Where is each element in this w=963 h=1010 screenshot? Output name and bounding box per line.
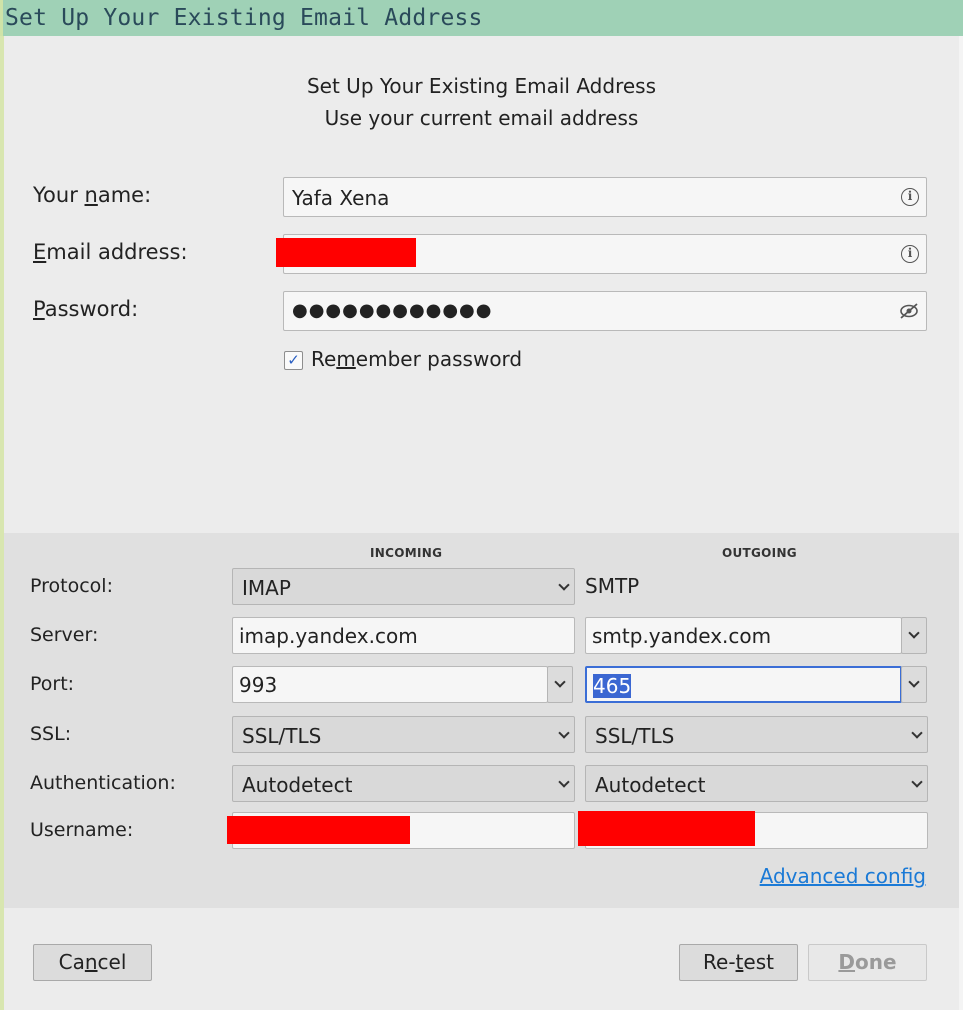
chevron-down-icon [908,676,920,688]
incoming-authentication-select[interactable]: Autodetect [232,765,575,802]
ssl-label: SSL: [30,723,72,745]
server-label: Server: [30,624,99,646]
incoming-port-dropdown-button[interactable] [547,666,573,703]
password-mask: ●●●●●●●●●●●● [292,300,493,321]
advanced-config-link[interactable]: Advanced config [760,864,926,888]
info-icon[interactable]: i [901,245,919,263]
outgoing-port-selected-text: 465 [593,674,632,698]
outgoing-header: OUTGOING [722,546,797,560]
chevron-down-icon [908,627,920,639]
page-title: Set Up Your Existing Email Address [306,74,656,98]
window-title: Set Up Your Existing Email Address [0,0,963,36]
password-label: Password: [33,297,139,321]
port-label: Port: [30,673,75,695]
outgoing-port-input[interactable]: 465 [585,666,902,703]
cancel-button[interactable]: Cancel [33,944,152,981]
done-button[interactable]: Done [808,944,927,981]
info-icon[interactable]: i [901,188,919,206]
redaction-email [276,238,416,267]
outgoing-protocol-value: SMTP [585,574,640,598]
email-label: Email address: [33,240,188,264]
window-frame-right [959,36,963,1010]
remember-password-label[interactable]: Remember password [311,347,522,371]
redaction-incoming-username [227,816,410,844]
chevron-down-icon [911,776,923,788]
username-label: Username: [30,819,134,841]
incoming-protocol-select[interactable]: IMAP [232,568,575,605]
chevron-down-icon [558,727,570,739]
authentication-label: Authentication: [30,772,176,794]
outgoing-port-dropdown-button[interactable] [901,666,927,703]
chevron-down-icon [558,579,570,591]
protocol-label: Protocol: [30,575,113,597]
chevron-down-icon [558,776,570,788]
incoming-server-input[interactable]: imap.yandex.com [232,617,575,654]
incoming-header: INCOMING [370,546,443,560]
retest-button[interactable]: Re-test [679,944,798,981]
page-subtitle: Use your current email address [324,106,639,130]
outgoing-server-input[interactable]: smtp.yandex.com [585,617,902,654]
outgoing-server-dropdown-button[interactable] [901,617,927,654]
name-label: Your name: [33,183,152,207]
name-value: Yafa Xena [292,186,390,210]
chevron-down-icon [554,676,566,688]
outgoing-ssl-select[interactable]: SSL/TLS [585,716,928,753]
eye-slash-icon[interactable] [898,301,920,321]
incoming-port-input[interactable]: 993 [232,666,548,703]
password-field[interactable]: ●●●●●●●●●●●● [283,291,927,331]
name-field[interactable]: Yafa Xena i [283,177,927,217]
outgoing-authentication-select[interactable]: Autodetect [585,765,928,802]
remember-password-checkbox[interactable]: ✓ [284,351,303,370]
chevron-down-icon [911,727,923,739]
incoming-ssl-select[interactable]: SSL/TLS [232,716,575,753]
redaction-outgoing-username [578,811,755,846]
